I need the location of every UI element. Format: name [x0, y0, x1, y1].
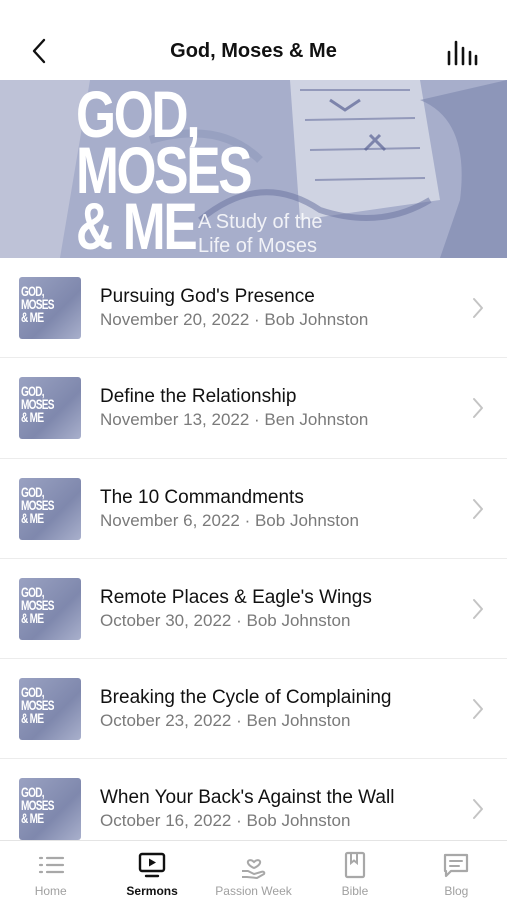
sermon-meta: October 23, 2022 · Ben Johnston: [100, 711, 351, 731]
page-title: God, Moses & Me: [170, 40, 337, 62]
tab-blog[interactable]: Blog: [406, 841, 507, 900]
audio-bars-icon: [447, 40, 478, 66]
sermon-row[interactable]: GOD, MOSES & ME Breaking the Cycle of Compl…: [0, 659, 507, 760]
sermon-thumbnail: GOD, MOSES & ME: [19, 678, 81, 741]
sermon-title: Define the Relationship: [100, 386, 297, 408]
sermon-row[interactable]: GOD, MOSES & ME Pursuing God's Presence Nove…: [0, 258, 507, 359]
chevron-right-icon: [473, 699, 483, 720]
tab-label: Passion Week: [215, 884, 292, 898]
chevron-right-icon: [473, 398, 483, 419]
tab-label: Sermons: [126, 884, 178, 898]
tab-label: Home: [34, 884, 67, 898]
series-banner: GOD, MOSES & ME A Study of the Life of M…: [0, 80, 507, 258]
tab-bible[interactable]: Bible: [304, 841, 405, 900]
sermon-meta: November 13, 2022 · Ben Johnston: [100, 410, 369, 430]
chevron-right-icon: [473, 298, 483, 318]
sermon-thumbnail: GOD, MOSES & ME: [19, 277, 81, 339]
message-icon: [444, 853, 469, 878]
thumbnail-title: GOD, MOSES & ME: [21, 684, 55, 727]
sermon-title: The 10 Commandments: [100, 486, 304, 508]
hand-heart-icon: [241, 859, 265, 879]
bottom-tab-bar: Home Sermons Passion Week Bible Blog: [0, 840, 507, 900]
chevron-right-icon: [473, 498, 483, 519]
sermon-list: GOD, MOSES & ME Pursuing God's Presence Nove…: [0, 258, 507, 860]
play-tv-icon: [138, 852, 166, 878]
sermon-meta: November 6, 2022 · Bob Johnston: [100, 510, 359, 530]
banner-subtitle: A Study of the Life of Moses: [198, 211, 323, 257]
tab-label: Blog: [444, 884, 469, 898]
sermon-meta: October 30, 2022 · Bob Johnston: [100, 610, 351, 630]
thumbnail-title: GOD, MOSES & ME: [21, 583, 55, 626]
sermon-meta: November 20, 2022 · Bob Johnston: [100, 310, 369, 329]
sermon-row[interactable]: GOD, MOSES & ME Remote Places & Eagle's Win…: [0, 558, 507, 660]
book-icon: [344, 851, 366, 879]
thumbnail-title: GOD, MOSES & ME: [21, 483, 55, 526]
sermon-thumbnail: GOD, MOSES & ME: [19, 577, 81, 640]
thumbnail-title: GOD, MOSES & ME: [21, 784, 55, 827]
tab-passion-week[interactable]: Passion Week: [203, 841, 304, 900]
chevron-right-icon: [473, 598, 483, 619]
sermon-row[interactable]: GOD, MOSES & ME Define the Relationship Nove…: [0, 358, 507, 459]
tab-sermons[interactable]: Sermons: [101, 841, 202, 900]
top-nav-bar: God, Moses & Me: [0, 0, 507, 80]
tab-label: Bible: [341, 884, 369, 898]
sermon-meta: October 16, 2022 · Bob Johnston: [100, 811, 351, 831]
thumbnail-title: GOD, MOSES & ME: [21, 383, 55, 426]
sermon-thumbnail: GOD, MOSES & ME: [19, 377, 81, 440]
sermon-title: Remote Places & Eagle's Wings: [100, 586, 372, 608]
audio-bars-button[interactable]: [445, 38, 479, 68]
sermon-thumbnail: GOD, MOSES & ME: [19, 778, 81, 841]
sermon-title: Breaking the Cycle of Complaining: [100, 687, 392, 709]
sermon-thumbnail: GOD, MOSES & ME: [19, 477, 81, 540]
list-icon: [38, 856, 64, 874]
sermon-title: When Your Back's Against the Wall: [100, 787, 395, 809]
sermon-title: Pursuing God's Presence: [100, 286, 315, 307]
thumbnail-title: GOD, MOSES & ME: [21, 283, 55, 325]
chevron-right-icon: [473, 799, 483, 820]
tab-home[interactable]: Home: [0, 841, 101, 900]
sermon-row[interactable]: GOD, MOSES & ME The 10 Commandments November…: [0, 458, 507, 559]
